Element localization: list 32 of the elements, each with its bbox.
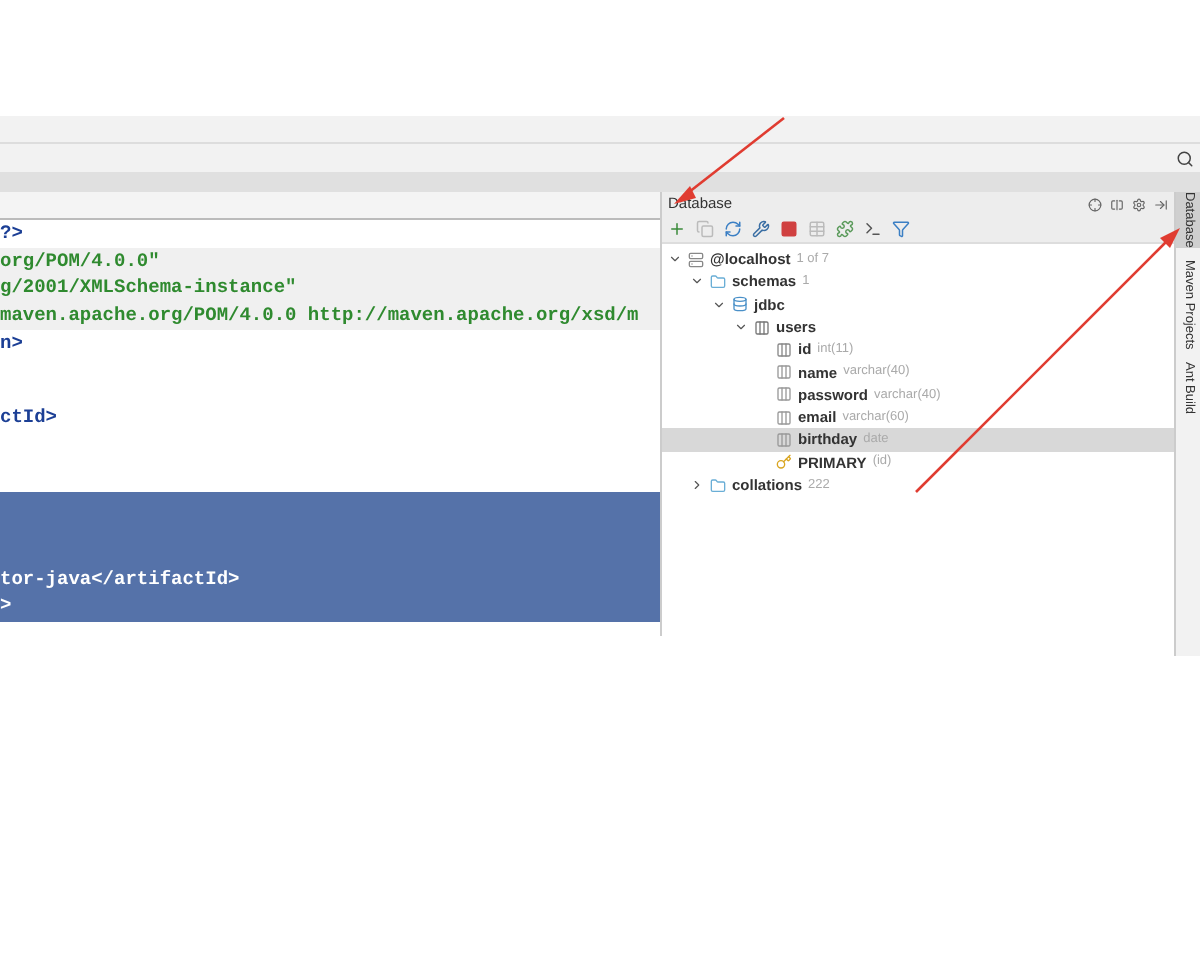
filter-icon[interactable] bbox=[892, 220, 910, 238]
hide-icon[interactable] bbox=[1154, 197, 1168, 211]
console-icon[interactable] bbox=[864, 220, 882, 238]
server-icon bbox=[688, 251, 704, 268]
settings-icon[interactable] bbox=[1132, 197, 1146, 211]
annotation-arrow bbox=[668, 114, 788, 210]
puzzle-icon[interactable] bbox=[836, 220, 854, 238]
schema-icon bbox=[732, 296, 748, 313]
column-icon bbox=[776, 386, 792, 403]
chevron-down-icon[interactable] bbox=[712, 297, 726, 312]
chevron-down-icon[interactable] bbox=[690, 274, 704, 289]
chevron-down-icon[interactable] bbox=[734, 320, 748, 335]
search-icon[interactable] bbox=[1176, 149, 1194, 167]
refresh-icon[interactable] bbox=[724, 220, 742, 238]
column-icon bbox=[776, 432, 792, 449]
table-icon bbox=[754, 319, 770, 336]
split-icon[interactable] bbox=[1110, 197, 1124, 211]
folder-icon bbox=[710, 273, 726, 290]
folder-icon bbox=[710, 477, 726, 494]
column-icon bbox=[776, 364, 792, 381]
wrench-icon[interactable] bbox=[752, 220, 770, 238]
code-line: > bbox=[0, 592, 14, 621]
code-line: ctId> bbox=[0, 404, 60, 433]
chevron-down-icon[interactable] bbox=[668, 252, 682, 267]
add-icon[interactable] bbox=[668, 220, 686, 238]
crosshair-icon[interactable] bbox=[1088, 197, 1102, 211]
code-line: ?> bbox=[0, 220, 25, 248]
code-line: n> bbox=[0, 329, 25, 357]
stop-icon[interactable] bbox=[780, 220, 798, 238]
column-icon bbox=[776, 409, 792, 426]
chevron-right-icon[interactable] bbox=[690, 478, 704, 493]
code-line: tor-java</artifactId> bbox=[0, 565, 242, 593]
